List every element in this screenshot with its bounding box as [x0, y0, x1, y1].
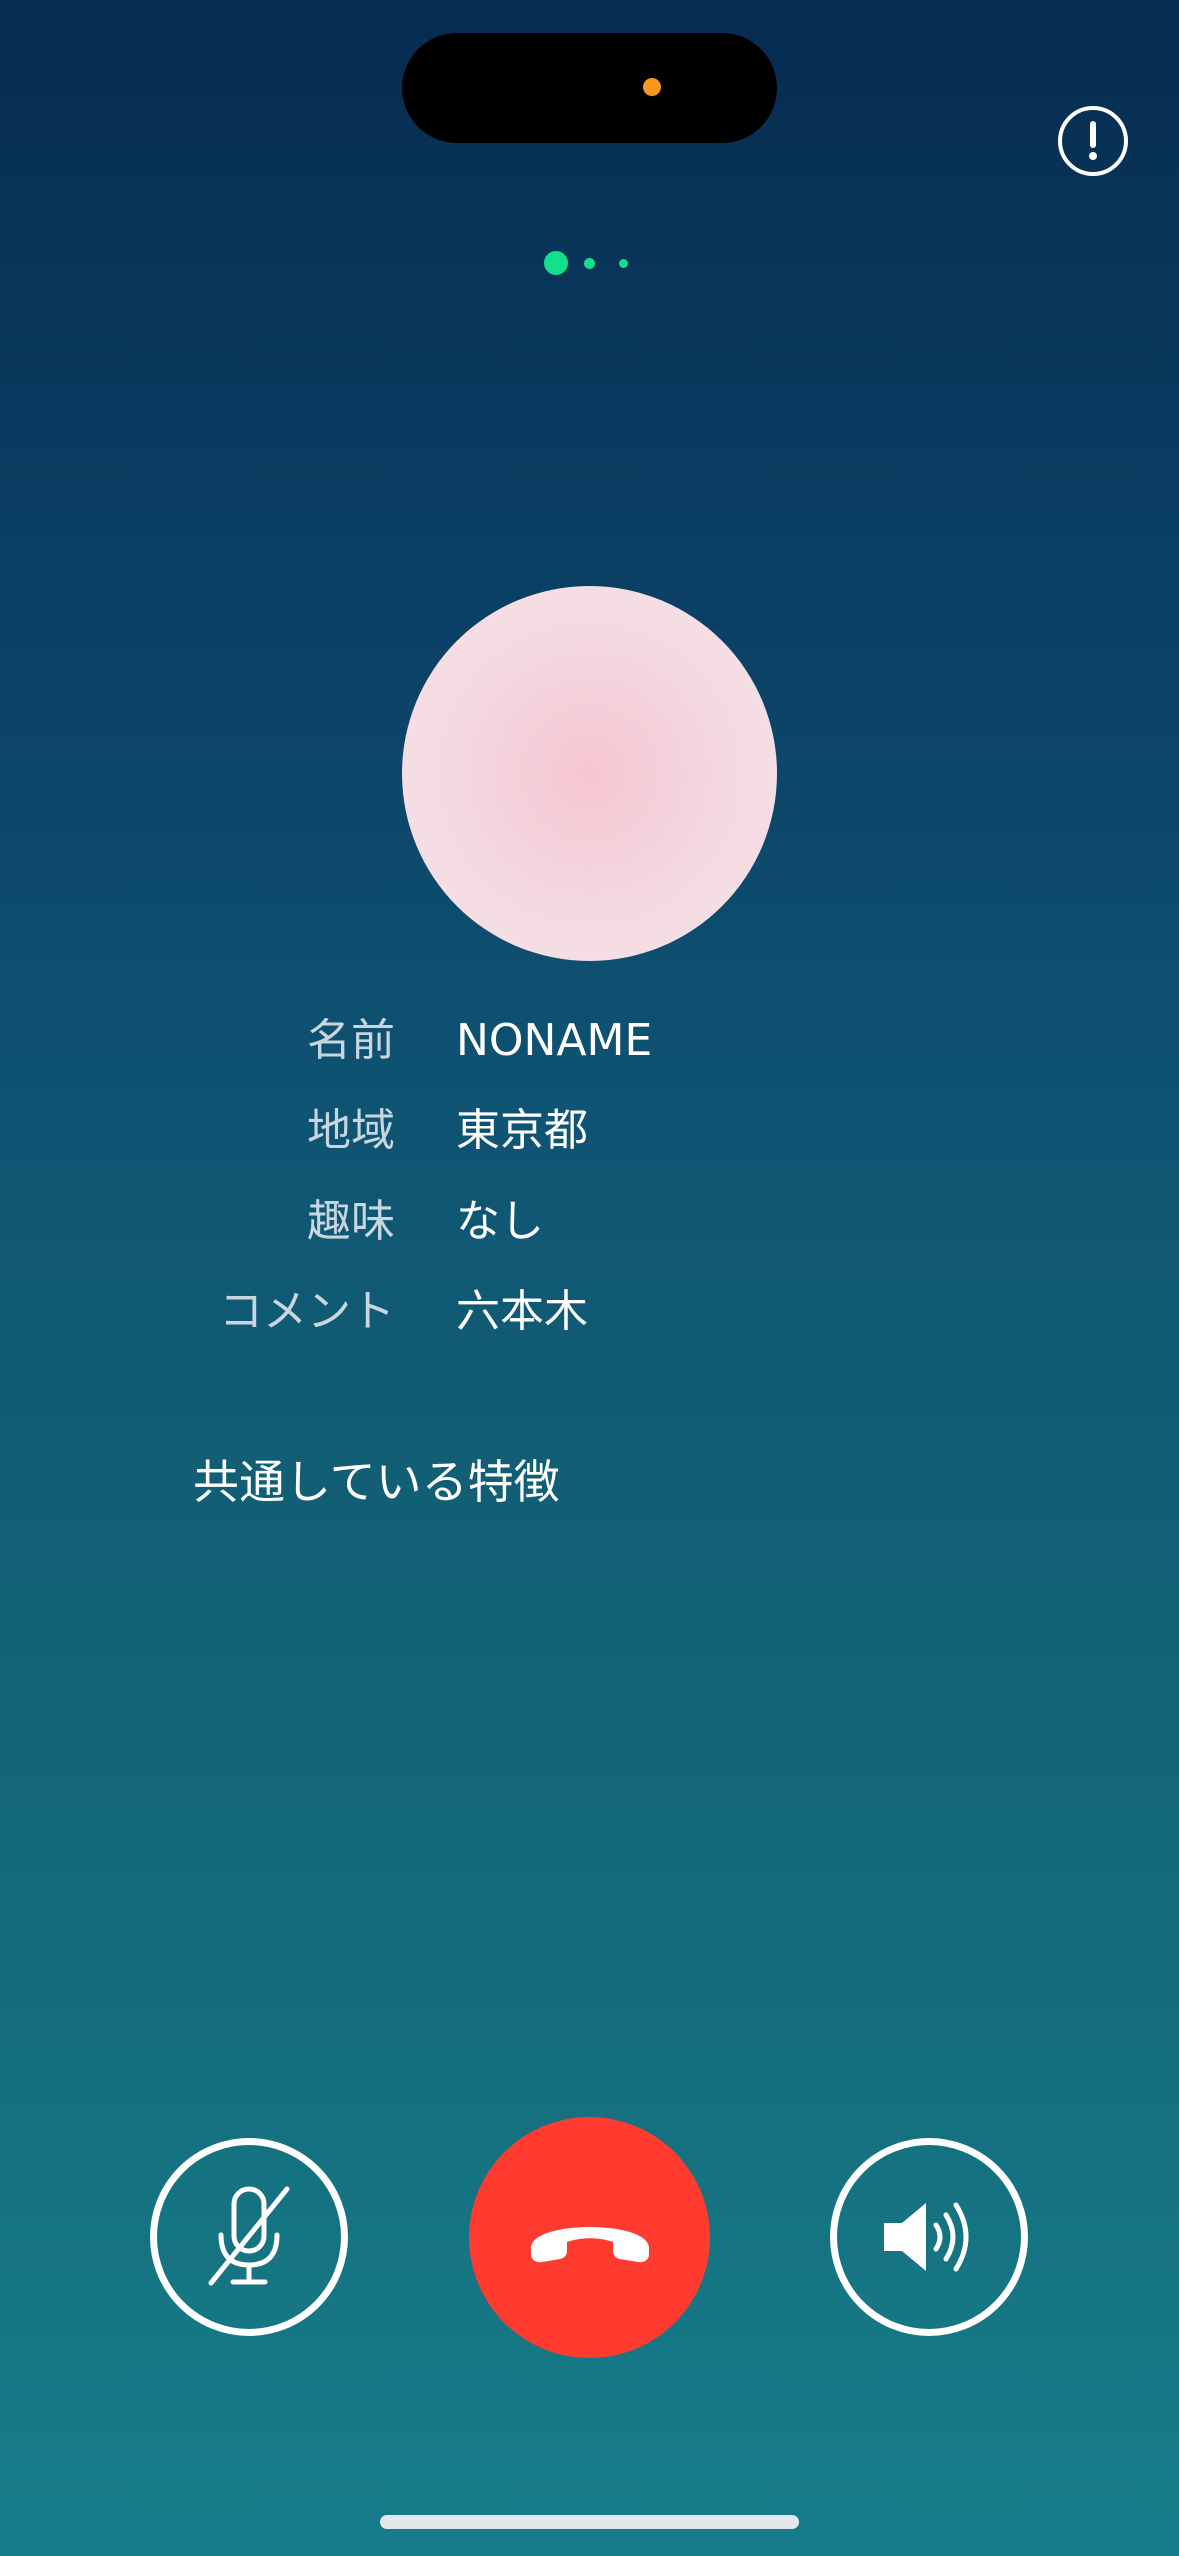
profile-row-name: 名前 NONAME — [0, 1006, 1179, 1076]
phone-down-icon — [530, 2226, 649, 2262]
page-dot — [619, 259, 628, 268]
profile-value-hobby: なし — [456, 1196, 544, 1247]
profile-value-region: 東京都 — [456, 1105, 588, 1156]
profile-row-hobby: 趣味 なし — [0, 1187, 1179, 1257]
speaker-wave-icon — [884, 2202, 969, 2272]
exclamation-icon — [1089, 121, 1097, 160]
profile-label-comment: コメント — [219, 1286, 395, 1337]
profile-value-name: NONAME — [456, 1015, 653, 1066]
speaker-button[interactable] — [830, 2138, 1028, 2336]
page-dot-active — [544, 251, 568, 275]
profile-row-comment: コメント 六本木 — [0, 1277, 1179, 1347]
microphone-slash-icon — [208, 2186, 290, 2286]
report-button[interactable] — [1058, 106, 1128, 176]
home-indicator[interactable] — [380, 2515, 799, 2529]
profile-label-hobby: 趣味 — [307, 1196, 395, 1247]
avatar — [402, 586, 777, 961]
page-indicator — [0, 250, 1179, 276]
page-dot — [584, 258, 595, 269]
hang-up-button[interactable] — [469, 2117, 710, 2358]
profile-label-region: 地域 — [307, 1105, 395, 1156]
profile-label-name: 名前 — [307, 1015, 395, 1066]
profile-value-comment: 六本木 — [456, 1286, 588, 1337]
mute-button[interactable] — [150, 2138, 348, 2336]
profile-row-region: 地域 東京都 — [0, 1096, 1179, 1166]
common-features-heading: 共通している特徴 — [193, 1455, 560, 1509]
camera-indicator-dot — [643, 78, 661, 96]
dynamic-island — [402, 33, 777, 143]
